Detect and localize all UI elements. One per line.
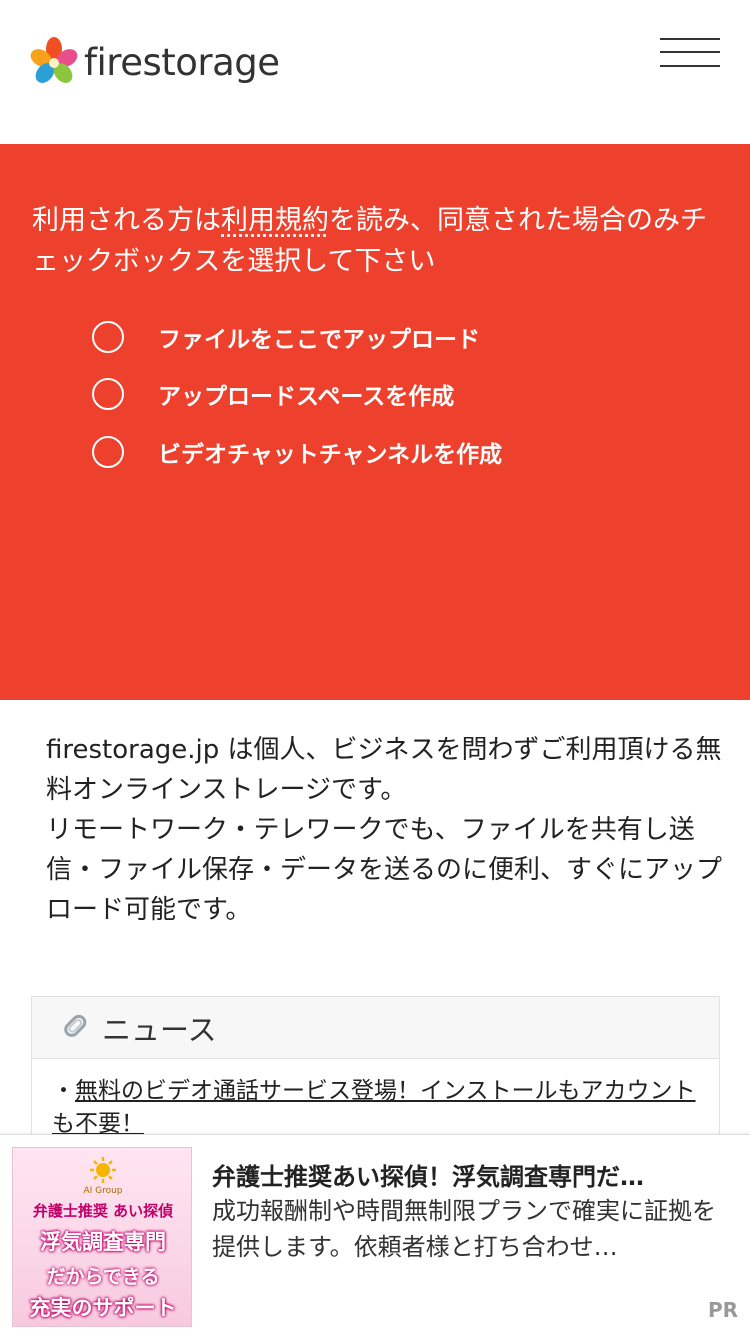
ad-body[interactable]: 成功報酬制や時間無制限プランで確実に証拠を提供します。依頼者様と打ち合わせ…: [212, 1193, 722, 1265]
ad-image[interactable]: AI Group 弁護士推奨 あい探偵 浮気調査専門 だからできる 充実のサポー…: [12, 1147, 192, 1327]
option-create-upload-space[interactable]: アップロードスペースを作成: [92, 377, 454, 411]
flower-logo-icon: [30, 37, 78, 83]
radio-button[interactable]: [92, 321, 124, 353]
site-header: firestorage: [0, 0, 750, 144]
hamburger-menu-icon[interactable]: [660, 38, 720, 68]
ad-banner[interactable]: AI Group 弁護士推奨 あい探偵 浮気調査専門 だからできる 充実のサポー…: [0, 1134, 750, 1334]
ad-image-line1: 弁護士推奨 あい探偵: [32, 1202, 174, 1220]
option-label: ファイルをここでアップロード: [158, 327, 480, 353]
sun-logo-icon: [90, 1157, 116, 1183]
ad-image-line4: 充実のサポート: [29, 1296, 177, 1320]
news-link[interactable]: 無料のビデオ通話サービス登場！インストールもアカウントも不要！: [52, 1078, 696, 1137]
ad-title[interactable]: 弁護士推奨あい探偵！浮気調査専門だ…: [212, 1157, 722, 1192]
logo[interactable]: firestorage: [28, 36, 280, 88]
news-title: ニュース: [102, 1012, 217, 1047]
terms-instruction: 利用される方は利用規約を読み、同意された場合のみチェックボックスを選択して下さい: [32, 200, 722, 282]
option-create-video-chat[interactable]: ビデオチャットチャンネルを作成: [92, 435, 502, 469]
terms-link[interactable]: 利用規約: [221, 205, 329, 236]
radio-button[interactable]: [92, 378, 124, 410]
news-bullet: ・: [52, 1078, 75, 1104]
news-header: ニュース: [32, 997, 719, 1059]
ad-brand: AI Group: [83, 1186, 123, 1196]
news-item: ・無料のビデオ通話サービス登場！インストールもアカウントも不要！: [52, 1075, 712, 1141]
intro-before: 利用される方は: [32, 205, 221, 236]
logo-text: firestorage: [84, 40, 280, 84]
paperclip-icon: [64, 1014, 87, 1037]
ad-image-line3: だからできる: [46, 1266, 160, 1288]
option-upload-file[interactable]: ファイルをここでアップロード: [92, 320, 480, 354]
upload-hero: 利用される方は利用規約を読み、同意された場合のみチェックボックスを選択して下さい…: [0, 144, 750, 700]
ad-pr-label: PR: [707, 1298, 738, 1322]
option-label: アップロードスペースを作成: [158, 384, 455, 410]
radio-button[interactable]: [92, 436, 124, 468]
site-description: firestorage.jp は個人、ビジネスを問わずご利用頂ける無料オンライン…: [46, 735, 723, 925]
ad-image-line2: 浮気調査専門: [40, 1230, 166, 1254]
option-label: ビデオチャットチャンネルを作成: [158, 442, 503, 468]
